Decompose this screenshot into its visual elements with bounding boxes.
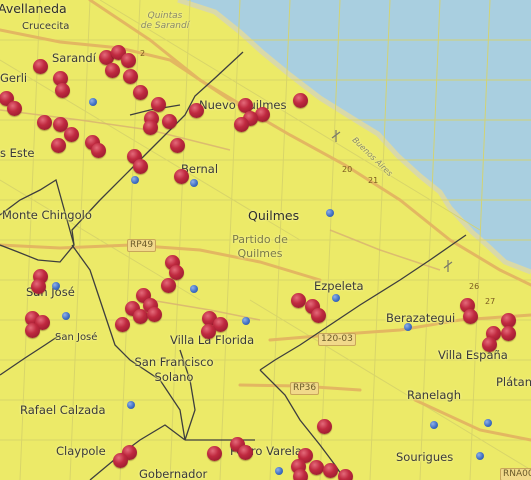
blue-location-marker[interactable] xyxy=(127,401,135,409)
place-label-quintas-line1: Quintas xyxy=(147,11,183,21)
place-label-sarandi: Sarandí xyxy=(52,51,96,65)
red-location-marker[interactable] xyxy=(292,92,308,108)
red-location-marker[interactable] xyxy=(233,116,249,132)
red-location-marker[interactable] xyxy=(322,462,338,478)
red-location-marker[interactable] xyxy=(63,126,79,142)
red-location-marker[interactable] xyxy=(146,306,162,322)
road-shield-120-03: 120-03 xyxy=(318,333,356,346)
red-location-marker[interactable] xyxy=(50,137,66,153)
blue-location-marker[interactable] xyxy=(190,179,198,187)
red-location-marker[interactable] xyxy=(168,264,184,280)
red-location-marker[interactable] xyxy=(132,84,148,100)
red-location-marker[interactable] xyxy=(462,308,478,324)
blue-location-marker[interactable] xyxy=(131,176,139,184)
area-label-partido-line1: Partido de xyxy=(232,233,288,246)
place-label-ranelagh: Ranelagh xyxy=(407,388,461,402)
blue-location-marker[interactable] xyxy=(190,285,198,293)
area-label-partido-line2: Quilmes xyxy=(237,246,283,260)
red-location-marker[interactable] xyxy=(142,119,158,135)
road-shield-rna004: RNA004 xyxy=(500,468,531,480)
red-location-marker[interactable] xyxy=(310,307,326,323)
road-shield-rp36: RP36 xyxy=(290,382,320,395)
place-label-quintas-line2: de Sarandí xyxy=(140,20,190,31)
place-label-san-francisco-line2: Solano xyxy=(154,369,194,384)
red-location-marker[interactable] xyxy=(150,96,166,112)
red-location-marker[interactable] xyxy=(161,113,177,129)
place-label-rafael-calzada: Rafael Calzada xyxy=(20,403,106,417)
red-location-marker[interactable] xyxy=(200,323,216,339)
place-label-monte-chingolo: Monte Chingolo xyxy=(2,208,92,222)
red-location-marker[interactable] xyxy=(104,62,120,78)
place-label-avellaneda: Avellaneda xyxy=(0,1,67,16)
blue-location-marker[interactable] xyxy=(62,312,70,320)
red-location-marker[interactable] xyxy=(206,445,222,461)
place-label-berazategui: Berazategui xyxy=(386,311,456,325)
place-label-san-francisco-line1: San Francisco xyxy=(134,355,214,369)
red-location-marker[interactable] xyxy=(120,52,136,68)
place-label-ezpeleta: Ezpeleta xyxy=(314,279,364,293)
red-location-marker[interactable] xyxy=(132,308,148,324)
route-number-21: 21 xyxy=(368,176,379,185)
blue-location-marker[interactable] xyxy=(476,452,484,460)
red-location-marker[interactable] xyxy=(32,58,48,74)
red-location-marker[interactable] xyxy=(36,114,52,130)
blue-location-marker[interactable] xyxy=(332,294,340,302)
blue-location-marker[interactable] xyxy=(242,317,250,325)
place-label-gobernador: Gobernador xyxy=(139,467,208,480)
red-location-marker[interactable] xyxy=(114,316,130,332)
blue-location-marker[interactable] xyxy=(430,421,438,429)
place-label-platan: Plátan xyxy=(496,375,531,389)
place-label-sourigues: Sourigues xyxy=(396,450,454,464)
red-location-marker[interactable] xyxy=(237,444,253,460)
map[interactable]: Avellaneda Crucecita Sarandí Gerli Nuevo… xyxy=(0,0,531,480)
red-location-marker[interactable] xyxy=(337,468,353,480)
route-number-27: 27 xyxy=(485,297,496,306)
red-location-marker[interactable] xyxy=(169,137,185,153)
blue-location-marker[interactable] xyxy=(404,323,412,331)
red-location-marker[interactable] xyxy=(173,168,189,184)
blue-location-marker[interactable] xyxy=(484,419,492,427)
red-location-marker[interactable] xyxy=(30,278,46,294)
blue-location-marker[interactable] xyxy=(275,467,283,475)
route-number-2: 2 xyxy=(140,49,146,58)
area-label-partido: Partido de Quilmes xyxy=(228,233,292,261)
red-location-marker[interactable] xyxy=(160,277,176,293)
red-location-marker[interactable] xyxy=(308,459,324,475)
red-location-marker[interactable] xyxy=(54,82,70,98)
blue-location-marker[interactable] xyxy=(52,282,60,290)
place-label-villa-espana: Villa España xyxy=(438,348,508,362)
place-label-crucecita: Crucecita xyxy=(22,21,70,32)
red-location-marker[interactable] xyxy=(112,452,128,468)
place-label-san-jose-2: San José xyxy=(55,332,98,343)
route-number-26: 26 xyxy=(469,282,480,291)
red-location-marker[interactable] xyxy=(132,158,148,174)
place-label-quintas-de-sarandi: Quintas de Sarandí xyxy=(140,11,190,32)
blue-location-marker[interactable] xyxy=(326,209,334,217)
red-location-marker[interactable] xyxy=(481,336,497,352)
blue-location-marker[interactable] xyxy=(89,98,97,106)
red-location-marker[interactable] xyxy=(316,418,332,434)
red-location-marker[interactable] xyxy=(90,142,106,158)
red-location-marker[interactable] xyxy=(6,100,22,116)
place-label-quilmes: Quilmes xyxy=(248,208,300,223)
red-location-marker[interactable] xyxy=(188,102,204,118)
place-label-gerli: Gerli xyxy=(0,71,28,85)
red-location-marker[interactable] xyxy=(500,325,516,341)
red-location-marker[interactable] xyxy=(122,68,138,84)
red-location-marker[interactable] xyxy=(24,322,40,338)
place-label-as-este: s Este xyxy=(0,146,35,160)
place-label-claypole: Claypole xyxy=(56,444,106,458)
route-number-20: 20 xyxy=(342,165,353,174)
red-location-marker[interactable] xyxy=(290,292,306,308)
road-shield-rp49: RP49 xyxy=(127,239,157,252)
place-label-san-francisco-solano: San Francisco Solano xyxy=(134,355,214,385)
red-location-marker[interactable] xyxy=(292,468,308,480)
